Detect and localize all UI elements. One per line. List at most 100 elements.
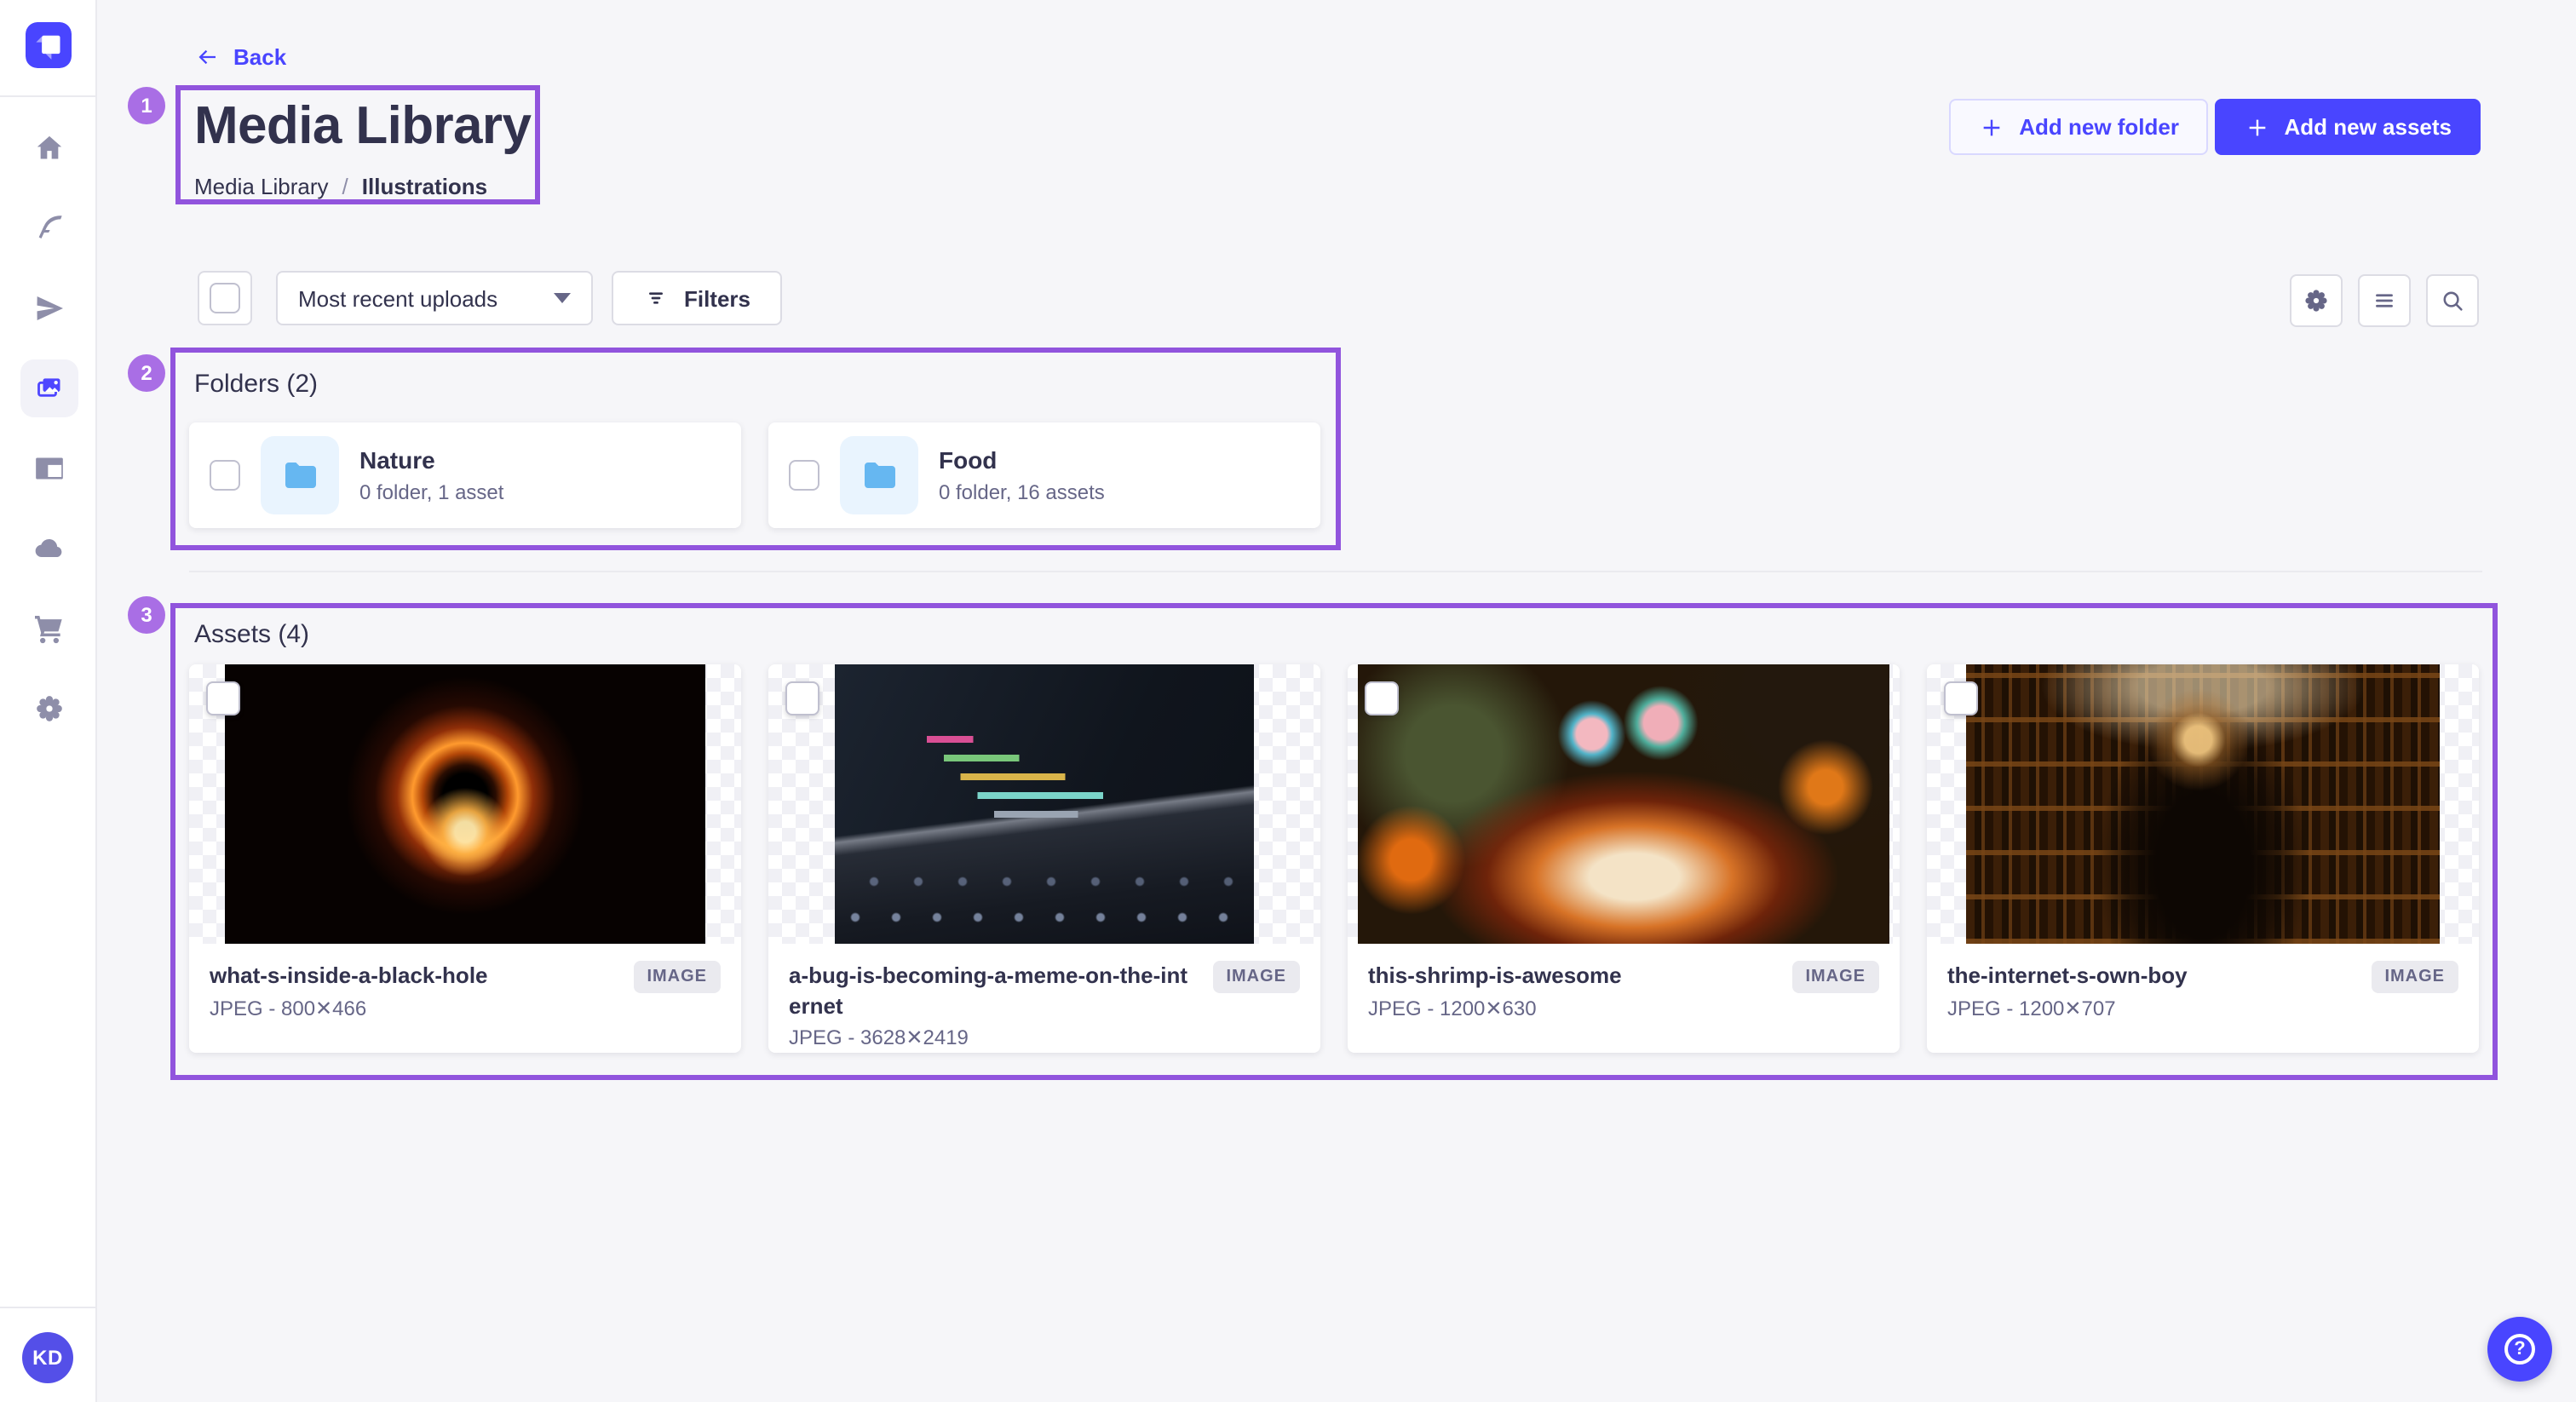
folder-icon-container: [840, 436, 918, 514]
sort-select[interactable]: Most recent uploads: [276, 271, 593, 325]
assets-heading: Assets (4): [194, 620, 309, 649]
section-divider: [189, 571, 2482, 572]
question-mark-icon: ?: [2504, 1334, 2535, 1365]
asset-label: a-bug-is-becoming-a-meme-on-the-internet…: [768, 944, 1320, 1066]
folder-list: Nature 0 folder, 1 asset Food 0 folder, …: [189, 422, 1320, 528]
breadcrumb-separator: /: [342, 174, 348, 199]
folder-name: Food: [939, 446, 1105, 474]
list-icon: [2370, 286, 2399, 315]
view-settings-button[interactable]: [2290, 274, 2343, 327]
sort-select-value: Most recent uploads: [298, 285, 497, 311]
asset-label: the-internet-s-own-boy JPEG - 1200✕707 I…: [1927, 944, 2479, 1037]
asset-image-library: [1966, 664, 2440, 944]
search-icon: [2438, 286, 2467, 315]
annotation-badge-1: 1: [128, 87, 165, 124]
sidebar-item-marketplace[interactable]: [20, 600, 78, 658]
asset-checkbox[interactable]: [785, 681, 819, 715]
asset-card-shrimp[interactable]: this-shrimp-is-awesome JPEG - 1200✕630 I…: [1348, 664, 1900, 1053]
folders-heading: Folders (2): [194, 370, 318, 399]
sidebar: KD: [0, 0, 97, 1402]
folder-checkbox[interactable]: [789, 460, 819, 491]
asset-preview: [189, 664, 741, 944]
folder-name: Nature: [359, 446, 503, 474]
asset-preview: [768, 664, 1320, 944]
asset-meta: JPEG - 1200✕707: [1947, 996, 2357, 1020]
layout-icon: [32, 451, 66, 486]
asset-label: what-s-inside-a-black-hole JPEG - 800✕46…: [189, 944, 741, 1037]
filters-label: Filters: [684, 285, 750, 311]
asset-card-bug-meme[interactable]: a-bug-is-becoming-a-meme-on-the-internet…: [768, 664, 1320, 1053]
media-library-icon: [32, 371, 66, 405]
add-new-assets-label: Add new assets: [2284, 114, 2452, 140]
back-label: Back: [233, 44, 286, 70]
asset-meta: JPEG - 800✕466: [210, 996, 619, 1020]
breadcrumb: Media Library / Illustrations: [194, 174, 487, 199]
chevron-down-icon: [554, 293, 571, 303]
add-new-folder-label: Add new folder: [2019, 114, 2179, 140]
asset-label: this-shrimp-is-awesome JPEG - 1200✕630 I…: [1348, 944, 1900, 1037]
select-all-checkbox[interactable]: [210, 283, 240, 313]
sidebar-item-media-library[interactable]: [20, 359, 78, 417]
filters-button[interactable]: Filters: [612, 271, 782, 325]
sidebar-item-content-manager[interactable]: [20, 199, 78, 257]
folder-checkbox[interactable]: [210, 460, 240, 491]
folder-icon-container: [261, 436, 339, 514]
asset-image-code-laptop: [835, 664, 1254, 944]
asset-preview: [1927, 664, 2479, 944]
plus-icon: [2243, 113, 2270, 141]
folder-card-nature[interactable]: Nature 0 folder, 1 asset: [189, 422, 741, 528]
asset-checkbox[interactable]: [1944, 681, 1978, 715]
page-title: Media Library: [194, 95, 531, 157]
sidebar-divider: [0, 95, 95, 97]
asset-name: this-shrimp-is-awesome: [1368, 961, 1778, 991]
asset-image-shrimp: [1358, 664, 1889, 944]
paper-plane-icon: [32, 291, 66, 325]
folder-icon: [859, 455, 900, 496]
sidebar-item-releases[interactable]: [20, 279, 78, 337]
gear-icon: [32, 692, 66, 726]
strapi-logo[interactable]: [26, 22, 72, 68]
sidebar-bottom-divider: [0, 1307, 95, 1308]
plus-icon: [1978, 113, 2005, 141]
sidebar-item-settings[interactable]: [20, 680, 78, 738]
breadcrumb-root[interactable]: Media Library: [194, 174, 329, 199]
home-icon: [32, 131, 66, 165]
help-button[interactable]: ?: [2487, 1317, 2552, 1382]
annotation-badge-3: 3: [128, 596, 165, 634]
cart-icon: [32, 612, 66, 646]
avatar[interactable]: KD: [22, 1332, 73, 1383]
asset-name: a-bug-is-becoming-a-meme-on-the-internet: [789, 961, 1199, 1020]
folder-card-food[interactable]: Food 0 folder, 16 assets: [768, 422, 1320, 528]
asset-meta: JPEG - 3628✕2419: [789, 1026, 1199, 1049]
app: KD Back Media Library Media Library / Il…: [0, 0, 2576, 1402]
asset-name: what-s-inside-a-black-hole: [210, 961, 619, 991]
annotation-badge-2: 2: [128, 354, 165, 392]
back-arrow-icon: [194, 44, 220, 70]
asset-checkbox[interactable]: [206, 681, 240, 715]
add-new-assets-button[interactable]: Add new assets: [2214, 99, 2481, 155]
asset-checkbox[interactable]: [1365, 681, 1399, 715]
asset-name: the-internet-s-own-boy: [1947, 961, 2357, 991]
back-link[interactable]: Back: [194, 44, 286, 70]
sidebar-nav: [0, 119, 97, 738]
asset-type-badge: IMAGE: [1212, 961, 1300, 993]
select-all-checkbox-button[interactable]: [198, 271, 252, 325]
folder-meta: 0 folder, 16 assets: [939, 480, 1105, 504]
asset-type-badge: IMAGE: [633, 961, 721, 993]
asset-card-black-hole[interactable]: what-s-inside-a-black-hole JPEG - 800✕46…: [189, 664, 741, 1053]
breadcrumb-current: Illustrations: [362, 174, 487, 199]
gear-icon: [2302, 286, 2331, 315]
feather-icon: [32, 211, 66, 245]
cloud-icon: [32, 531, 66, 566]
asset-preview: [1348, 664, 1900, 944]
folder-meta: 0 folder, 1 asset: [359, 480, 503, 504]
list-view-button[interactable]: [2358, 274, 2411, 327]
sidebar-item-home[interactable]: [20, 119, 78, 177]
add-new-folder-button[interactable]: Add new folder: [1949, 99, 2208, 155]
sidebar-item-cloud[interactable]: [20, 520, 78, 577]
search-button[interactable]: [2426, 274, 2479, 327]
asset-image-black-hole: [225, 664, 705, 944]
asset-card-internets-own-boy[interactable]: the-internet-s-own-boy JPEG - 1200✕707 I…: [1927, 664, 2479, 1053]
sidebar-item-content-type-builder[interactable]: [20, 440, 78, 497]
filter-icon: [643, 284, 670, 312]
